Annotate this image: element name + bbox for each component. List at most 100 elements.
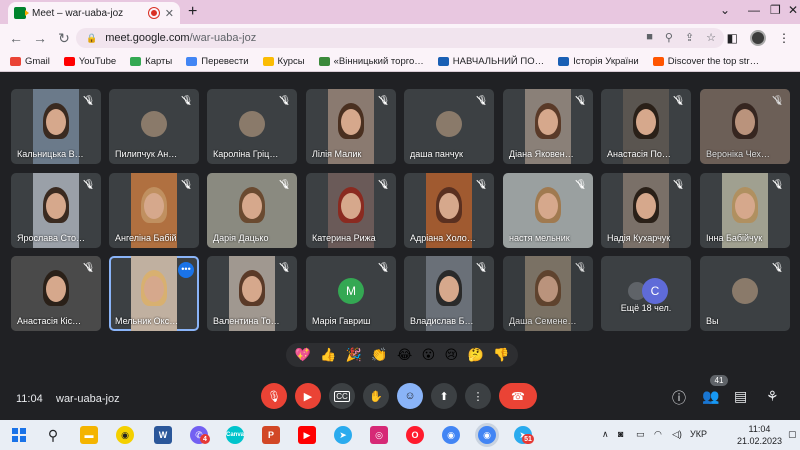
bookmark-item[interactable]: Discover the top str… — [652, 56, 759, 67]
chrome-active-icon[interactable]: ◉ — [478, 426, 496, 444]
system-clock[interactable]: 11:04 21.02.2023 — [737, 423, 782, 447]
battery-icon[interactable]: ▭ — [636, 429, 645, 440]
bookmark-item[interactable]: «Вінницький торго… — [318, 56, 424, 67]
bookmark-item[interactable]: Перевести — [186, 56, 249, 67]
bookmark-item[interactable]: Карты — [130, 56, 172, 67]
reaction-emoji[interactable]: 💖 — [295, 347, 311, 363]
restore-button[interactable]: ❐ — [770, 3, 781, 17]
language-indicator[interactable]: УКР — [690, 429, 707, 439]
participant-tile[interactable]: 🎙 Інна Бабійчук — [700, 173, 790, 248]
mic-off-button[interactable]: 🎙 — [261, 383, 287, 409]
chat-icon[interactable]: ▤ — [734, 388, 747, 405]
speaking-indicator-icon[interactable]: ••• — [178, 262, 194, 278]
notifications-icon[interactable]: ▢ — [788, 429, 797, 440]
people-icon[interactable]: 👥 — [702, 388, 719, 405]
participant-tile[interactable]: 🎙 Вероніка Чех… — [700, 89, 790, 164]
participant-tile[interactable]: 🎙 Анастасія По… — [601, 89, 691, 164]
windows-start-icon[interactable] — [12, 428, 26, 442]
mic-off-icon: 🎙 — [772, 262, 784, 272]
participant-tile[interactable]: M 🎙 Марія Гавриш — [306, 256, 396, 331]
wifi-icon[interactable]: ◠ — [654, 429, 662, 440]
browser-tab-meet[interactable]: Meet – war-uaba-joz ✕ — [8, 2, 180, 24]
participant-tile[interactable]: 🎙 Пилипчук Ан… — [109, 89, 199, 164]
sidebar-icon[interactable]: ◧ — [727, 31, 738, 45]
close-window-button[interactable]: ✕ — [788, 3, 798, 17]
close-tab-icon[interactable]: ✕ — [165, 7, 174, 20]
powerpoint-icon[interactable]: P — [262, 426, 280, 444]
participant-tile[interactable]: 🎙 Ангеліна Бабій — [109, 173, 199, 248]
profile-avatar[interactable] — [750, 30, 766, 46]
participant-tile[interactable]: 🎙 даша панчук — [404, 89, 494, 164]
reaction-emoji[interactable]: 😮 — [422, 347, 436, 363]
opera-icon[interactable]: O — [406, 426, 424, 444]
file-explorer-icon[interactable]: ▬ — [80, 426, 98, 444]
captions-button[interactable]: CC — [329, 383, 355, 409]
menu-kebab-icon[interactable]: ⋮ — [778, 31, 790, 45]
participant-tile[interactable]: 🎙 Ярослава Сто… — [11, 173, 101, 248]
meeting-info-icon[interactable]: ⓘ — [672, 388, 686, 408]
bookmark-item[interactable]: НАВЧАЛЬНИЙ ПО… — [437, 56, 544, 67]
participant-tile[interactable]: 🎙 Адріана Холо… — [404, 173, 494, 248]
reload-button[interactable]: ↻ — [52, 30, 76, 47]
reaction-emoji[interactable]: 🎉 — [346, 347, 362, 363]
participant-tile[interactable]: 🎙 Надія Кухарчук — [601, 173, 691, 248]
volume-icon[interactable]: ◁) — [672, 429, 682, 440]
participant-tile[interactable]: 🎙 Діана Яковен… — [503, 89, 593, 164]
chevron-down-icon[interactable]: ⌄ — [720, 3, 730, 17]
more-options-button[interactable]: ⋮ — [465, 383, 491, 409]
minimize-button[interactable]: — — [748, 3, 760, 17]
share-icon[interactable]: ⇪ — [685, 31, 694, 44]
mic-off-icon: 🎙 — [476, 262, 488, 272]
address-bar[interactable]: 🔒 meet.google.com/war-uaba-joz ■ ⚲ ⇪ ☆ — [76, 28, 724, 48]
participant-tile[interactable]: 🎙 Дарія Дацько — [207, 173, 297, 248]
telegram-icon[interactable]: ➤ — [334, 426, 352, 444]
reaction-emoji[interactable]: 👎 — [493, 347, 509, 363]
bookmark-item[interactable]: Курсы — [262, 56, 305, 67]
tray-chevron-up-icon[interactable]: ∧ — [602, 429, 609, 440]
bookmark-item[interactable]: Історія України — [558, 56, 639, 67]
app-shield-icon[interactable]: ◉ — [116, 426, 134, 444]
word-icon[interactable]: W — [154, 426, 172, 444]
reaction-emoji[interactable]: 👏 — [371, 347, 387, 363]
participant-tile[interactable]: 🎙 Кальницька В… — [11, 89, 101, 164]
reaction-emoji[interactable]: 👍 — [320, 347, 336, 363]
instagram-icon[interactable]: ◎ — [370, 426, 388, 444]
activities-icon[interactable]: ⚘ — [766, 388, 779, 405]
bookmark-item[interactable]: YouTube — [63, 56, 116, 67]
bookmark-item[interactable]: Gmail — [10, 56, 50, 67]
participant-name: Вероніка Чех… — [706, 149, 770, 159]
search-icon[interactable]: ⚲ — [44, 426, 62, 444]
participant-tile[interactable]: 🎙 Катерина Рижа — [306, 173, 396, 248]
chrome-icon[interactable]: ◉ — [442, 426, 460, 444]
participant-tile[interactable]: 🎙 Даша Семене… — [503, 256, 593, 331]
leave-call-button[interactable]: ☎ — [499, 383, 537, 409]
participant-tile[interactable]: 🎙 Кароліна Гріц… — [207, 89, 297, 164]
reaction-emoji[interactable]: 😂 — [397, 347, 412, 363]
youtube-icon[interactable]: ▶ — [298, 426, 316, 444]
canva-icon[interactable]: Canva — [226, 426, 244, 444]
reactions-button[interactable]: ☺ — [397, 383, 423, 409]
present-button[interactable]: ⬆ — [431, 383, 457, 409]
participant-tile[interactable]: 🎙 Лілія Малик — [306, 89, 396, 164]
zoom-icon[interactable]: ⚲ — [665, 31, 673, 44]
back-button[interactable]: ← — [4, 30, 28, 46]
tray-app-icon[interactable]: ◙ — [618, 429, 623, 439]
new-tab-button[interactable]: + — [188, 3, 197, 21]
camera-icon[interactable]: ■ — [646, 31, 653, 44]
participant-tile[interactable]: 🎙 Анастасія Кіс… — [11, 256, 101, 331]
mic-off-icon: 🎙 — [575, 262, 587, 272]
reaction-emoji[interactable]: 😢 — [445, 347, 459, 363]
raise-hand-button[interactable]: ✋ — [363, 383, 389, 409]
participant-name: Ярослава Сто… — [17, 233, 85, 243]
participant-tile[interactable]: 🎙 Вы — [700, 256, 790, 331]
reaction-emoji[interactable]: 🤔 — [468, 347, 484, 363]
camera-off-button[interactable]: ▶ — [295, 383, 321, 409]
participant-tile[interactable]: C Ещё 18 чел. — [601, 256, 691, 331]
bookmark-star-icon[interactable]: ☆ — [706, 31, 716, 44]
participant-tile[interactable]: 🎙 настя мельник — [503, 173, 593, 248]
participant-tile[interactable]: ••• Мельник Окс… — [109, 256, 199, 331]
forward-button[interactable]: → — [28, 30, 52, 46]
participant-tile[interactable]: 🎙 Владислав Б… — [404, 256, 494, 331]
url-path: /war-uaba-joz — [189, 32, 257, 44]
participant-tile[interactable]: 🎙 Валентина То… — [207, 256, 297, 331]
